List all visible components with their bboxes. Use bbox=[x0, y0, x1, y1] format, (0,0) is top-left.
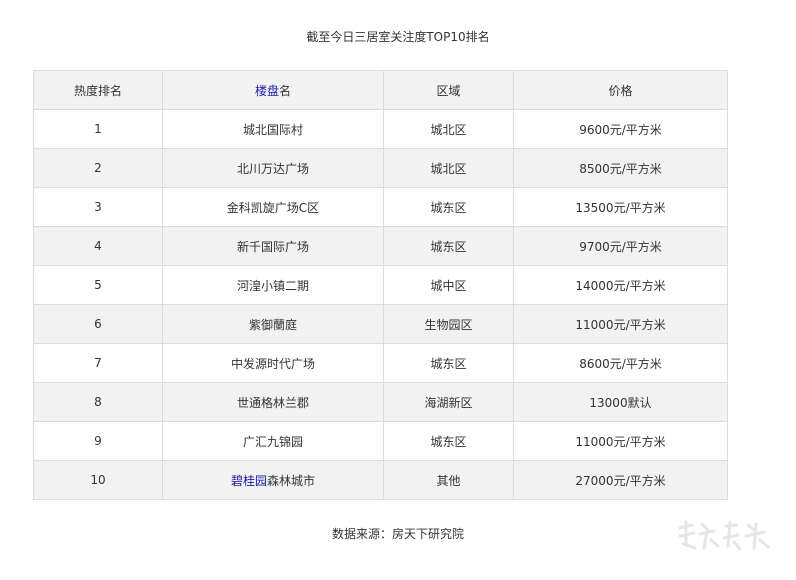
cell-district: 城东区 bbox=[383, 421, 514, 461]
cell-price: 14000元/平方米 bbox=[513, 265, 728, 305]
cell-name: 新千国际广场 bbox=[162, 226, 384, 266]
cell-price: 11000元/平方米 bbox=[513, 421, 728, 461]
cell-name: 碧桂园森林城市 bbox=[162, 460, 384, 500]
cell-rank: 6 bbox=[33, 304, 163, 344]
cell-price: 9700元/平方米 bbox=[513, 226, 728, 266]
watermark-logo bbox=[678, 520, 770, 551]
cell-name: 河湟小镇二期 bbox=[162, 265, 384, 305]
cell-district: 其他 bbox=[383, 460, 514, 500]
ranking-table: 热度排名 楼盘名 区域 价格 1 城北国际村 城北区 9600元/平方米 2 北… bbox=[33, 70, 728, 500]
header-name-link[interactable]: 楼盘 bbox=[255, 84, 279, 98]
cell-price: 27000元/平方米 bbox=[513, 460, 728, 500]
cell-rank: 4 bbox=[33, 226, 163, 266]
cell-name: 金科凯旋广场C区 bbox=[162, 187, 384, 227]
page-title: 截至今日三居室关注度TOP10排名 bbox=[306, 30, 490, 44]
header-name-suffix: 名 bbox=[279, 83, 292, 98]
table-row: 4 新千国际广场 城东区 9700元/平方米 bbox=[33, 226, 728, 266]
table-row: 10 碧桂园森林城市 其他 27000元/平方米 bbox=[33, 460, 728, 500]
cell-district: 城北区 bbox=[383, 109, 514, 149]
table-row: 7 中发源时代广场 城东区 8600元/平方米 bbox=[33, 343, 728, 383]
cell-rank: 1 bbox=[33, 109, 163, 149]
header-district: 区域 bbox=[383, 70, 514, 110]
cell-rank: 9 bbox=[33, 421, 163, 461]
table-row: 2 北川万达广场 城北区 8500元/平方米 bbox=[33, 148, 728, 188]
cell-price: 13500元/平方米 bbox=[513, 187, 728, 227]
table-row: 1 城北国际村 城北区 9600元/平方米 bbox=[33, 109, 728, 149]
cell-district: 海湖新区 bbox=[383, 382, 514, 422]
cell-district: 城北区 bbox=[383, 148, 514, 188]
cell-price: 11000元/平方米 bbox=[513, 304, 728, 344]
cell-price: 8600元/平方米 bbox=[513, 343, 728, 383]
cell-price: 8500元/平方米 bbox=[513, 148, 728, 188]
cell-price: 13000默认 bbox=[513, 382, 728, 422]
header-price: 价格 bbox=[513, 70, 728, 110]
cell-district: 城东区 bbox=[383, 343, 514, 383]
cell-district: 城东区 bbox=[383, 187, 514, 227]
cell-name: 紫御蘭庭 bbox=[162, 304, 384, 344]
cell-name: 中发源时代广场 bbox=[162, 343, 384, 383]
table-row: 9 广汇九锦园 城东区 11000元/平方米 bbox=[33, 421, 728, 461]
cell-name: 北川万达广场 bbox=[162, 148, 384, 188]
cell-name: 城北国际村 bbox=[162, 109, 384, 149]
table-row: 5 河湟小镇二期 城中区 14000元/平方米 bbox=[33, 265, 728, 305]
cell-name-rest: 森林城市 bbox=[267, 473, 316, 488]
cell-district: 城中区 bbox=[383, 265, 514, 305]
cell-district: 城东区 bbox=[383, 226, 514, 266]
cell-name-link[interactable]: 碧桂园 bbox=[231, 474, 267, 488]
cell-price: 9600元/平方米 bbox=[513, 109, 728, 149]
cell-rank: 8 bbox=[33, 382, 163, 422]
cell-rank: 2 bbox=[33, 148, 163, 188]
cell-name: 广汇九锦园 bbox=[162, 421, 384, 461]
table-row: 8 世通格林兰郡 海湖新区 13000默认 bbox=[33, 382, 728, 422]
table-row: 6 紫御蘭庭 生物园区 11000元/平方米 bbox=[33, 304, 728, 344]
cell-rank: 7 bbox=[33, 343, 163, 383]
header-name: 楼盘名 bbox=[162, 70, 384, 110]
header-rank: 热度排名 bbox=[33, 70, 163, 110]
cell-rank: 3 bbox=[33, 187, 163, 227]
cell-rank: 10 bbox=[33, 460, 163, 500]
cell-rank: 5 bbox=[33, 265, 163, 305]
table-header-row: 热度排名 楼盘名 区域 价格 bbox=[33, 70, 728, 110]
table-row: 3 金科凯旋广场C区 城东区 13500元/平方米 bbox=[33, 187, 728, 227]
cell-district: 生物园区 bbox=[383, 304, 514, 344]
cell-name: 世通格林兰郡 bbox=[162, 382, 384, 422]
